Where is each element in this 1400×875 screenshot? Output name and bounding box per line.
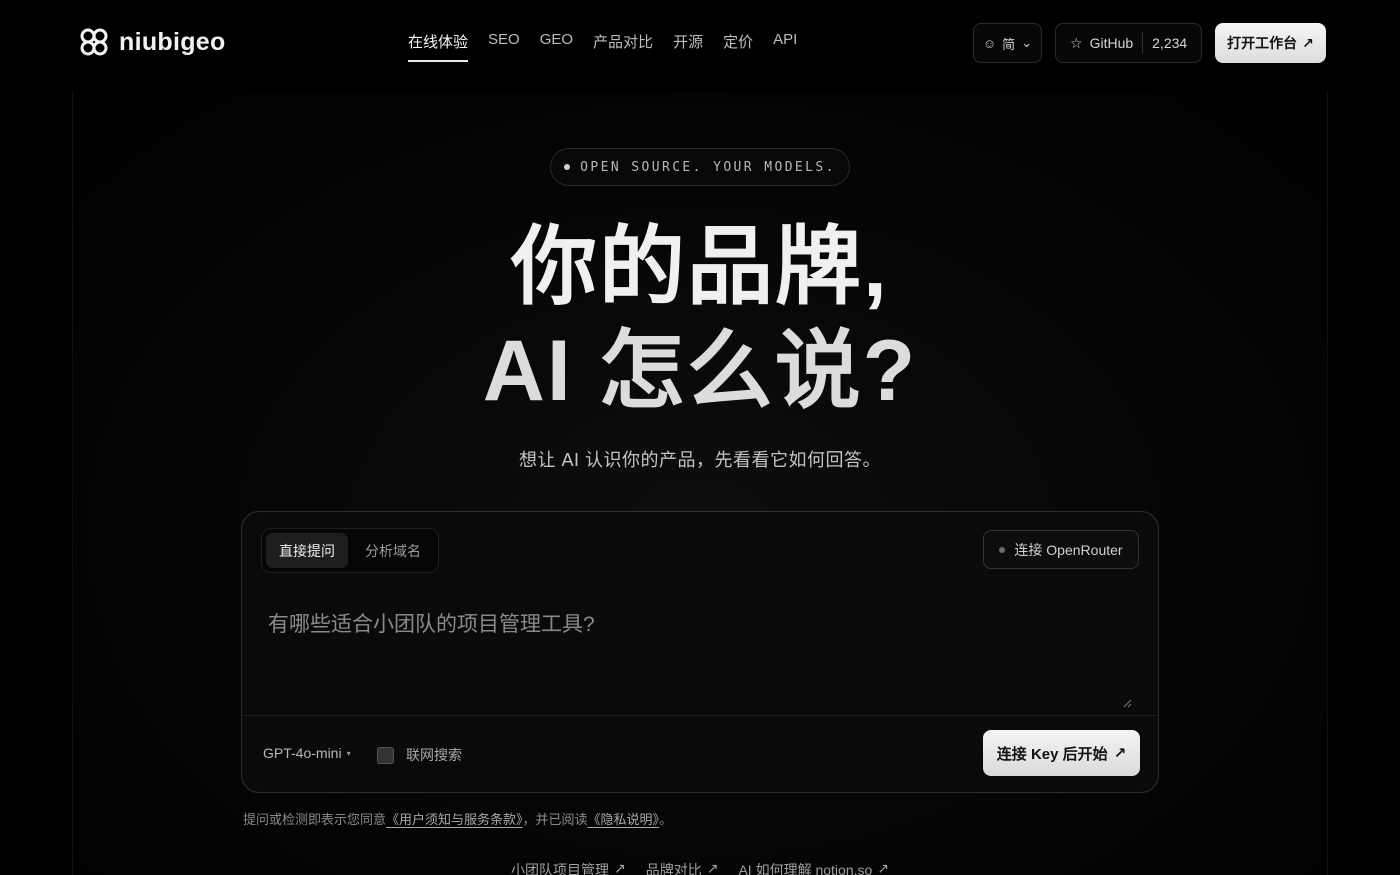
example-links: 小团队项目管理 ↗ 品牌对比 ↗ AI 如何理解 notion.so ↗ xyxy=(0,860,1400,875)
dot-icon xyxy=(564,164,571,170)
brand-logo[interactable]: niubigeo xyxy=(78,26,226,58)
card-divider xyxy=(242,715,1158,716)
status-dot-icon xyxy=(999,546,1006,553)
web-search-toggle[interactable]: 联网搜索 xyxy=(377,745,462,765)
nav-link-api[interactable]: API xyxy=(773,31,797,62)
example-label: 小团队项目管理 xyxy=(510,862,609,875)
github-button[interactable]: ☆ GitHub 2,234 xyxy=(1055,23,1202,63)
logo-icon xyxy=(80,28,108,56)
nav-link-opensource[interactable]: 开源 xyxy=(673,31,703,62)
nav-link-online[interactable]: 在线体验 xyxy=(408,31,469,62)
terms-of-service-link[interactable]: 《用户须知与服务条款》 xyxy=(386,812,523,827)
workspace-label: 打开工作台 xyxy=(1227,35,1298,51)
prompt-card: 直接提问 分析域名 连接 OpenRouter GPT-4o-mini ▾ 联网… xyxy=(241,511,1159,793)
github-star-count: 2,234 xyxy=(1152,35,1188,51)
example-label: 品牌对比 xyxy=(645,862,702,875)
arrow-up-right-icon: ↗ xyxy=(706,860,719,875)
arrow-up-right-icon: ↗ xyxy=(613,860,626,875)
model-label: GPT-4o-mini xyxy=(263,745,342,761)
star-icon: ☆ xyxy=(1070,34,1083,51)
nav-link-seo[interactable]: SEO xyxy=(488,31,520,62)
headline-line-1: 你的品牌, xyxy=(511,219,889,315)
start-label: 连接 Key 后开始 xyxy=(996,745,1108,763)
github-label: GitHub xyxy=(1089,35,1134,51)
nav-link-compare[interactable]: 产品对比 xyxy=(593,31,653,62)
caret-down-icon: ▾ xyxy=(346,748,351,758)
tab-analyze-domain[interactable]: 分析域名 xyxy=(352,533,434,568)
terms-suffix: 。 xyxy=(659,812,673,827)
mode-tabs: 直接提问 分析域名 xyxy=(261,528,439,573)
top-nav: niubigeo 在线体验 SEO GEO 产品对比 开源 定价 API ☺ 简… xyxy=(0,0,1400,86)
nav-link-geo[interactable]: GEO xyxy=(540,31,573,62)
example-label: AI 如何理解 notion.so xyxy=(738,862,873,875)
globe-icon: ☺ xyxy=(982,35,997,51)
main-nav: 在线体验 SEO GEO 产品对比 开源 定价 API xyxy=(408,31,797,62)
language-label: 简 xyxy=(1002,36,1016,52)
arrow-up-right-icon: ↗ xyxy=(877,860,890,875)
connect-openrouter-label: 连接 OpenRouter xyxy=(1014,541,1123,558)
headline-line-2: AI 怎么说? xyxy=(482,323,918,419)
tagline-text: OPEN SOURCE. YOUR MODELS. xyxy=(580,159,836,175)
start-button[interactable]: 连接 Key 后开始 ↗ xyxy=(983,730,1140,776)
chevron-down-icon: ⌄ xyxy=(1021,35,1033,50)
resize-handle-icon[interactable] xyxy=(1122,698,1132,708)
tab-direct-question[interactable]: 直接提问 xyxy=(266,533,348,568)
terms-notice: 提问或检测即表示您同意《用户须知与服务条款》，并已阅读《隐私说明》。 xyxy=(243,809,672,828)
arrow-up-right-icon: ↗ xyxy=(1302,34,1314,51)
hero-subtitle: 想让 AI 认识你的产品，先看看它如何回答。 xyxy=(518,450,881,470)
web-search-label: 联网搜索 xyxy=(406,747,462,763)
terms-middle: ，并已阅读 xyxy=(522,812,588,827)
example-link-team-pm[interactable]: 小团队项目管理 ↗ xyxy=(511,860,626,875)
terms-prefix: 提问或检测即表示您同意 xyxy=(243,812,387,827)
model-selector[interactable]: GPT-4o-mini ▾ xyxy=(263,745,351,761)
arrow-up-right-icon: ↗ xyxy=(1113,745,1127,762)
prompt-input[interactable] xyxy=(268,608,1128,708)
web-search-checkbox[interactable] xyxy=(377,746,394,764)
example-link-notion[interactable]: AI 如何理解 notion.so ↗ xyxy=(738,860,889,875)
nav-link-pricing[interactable]: 定价 xyxy=(723,31,753,62)
tagline-pill: OPEN SOURCE. YOUR MODELS. xyxy=(550,148,850,186)
connect-openrouter-button[interactable]: 连接 OpenRouter xyxy=(983,530,1139,569)
example-link-brand-compare[interactable]: 品牌对比 ↗ xyxy=(646,860,719,875)
brand-name: niubigeo xyxy=(119,27,226,56)
privacy-link[interactable]: 《隐私说明》 xyxy=(588,812,660,827)
open-workspace-button[interactable]: 打开工作台 ↗ xyxy=(1215,23,1326,63)
language-switcher[interactable]: ☺ 简 ⌄ xyxy=(973,23,1042,63)
